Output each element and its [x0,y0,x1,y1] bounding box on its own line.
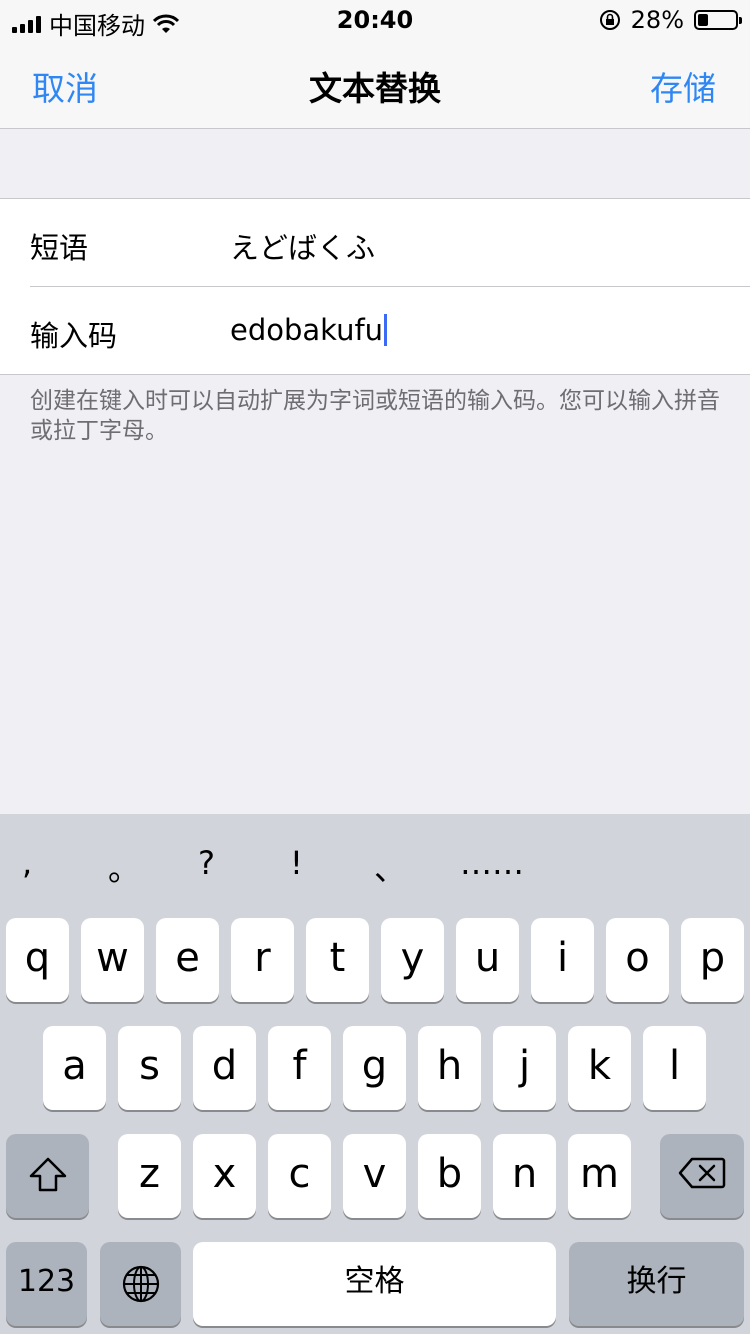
key-d[interactable]: d [193,1026,256,1110]
key-i[interactable]: i [531,918,594,1002]
punct-key-comma[interactable]: , [22,844,32,882]
key-z[interactable]: z [118,1134,181,1218]
key-e[interactable]: e [156,918,219,1002]
key-y[interactable]: y [381,918,444,1002]
battery-percent: 28% [630,6,684,34]
key-q[interactable]: q [6,918,69,1002]
key-v[interactable]: v [343,1134,406,1218]
numbers-key[interactable]: 123 [6,1242,87,1326]
shortcut-label: 输入码 [30,319,118,353]
space-key[interactable]: 空格 [193,1242,556,1326]
keyboard: , 。 ? ! 、 …… q w e r t y u i o p a s d f… [0,814,750,1334]
key-n[interactable]: n [493,1134,556,1218]
return-key[interactable]: 换行 [569,1242,744,1326]
key-b[interactable]: b [418,1134,481,1218]
punct-key-period[interactable]: 。 [108,844,140,890]
battery-icon [694,10,742,30]
punct-key-exclaim[interactable]: ! [290,844,303,882]
key-o[interactable]: o [606,918,669,1002]
key-l[interactable]: l [643,1026,706,1110]
rotation-lock-icon [599,10,620,30]
status-right: 28% [599,6,742,34]
globe-icon [122,1265,159,1303]
globe-key[interactable] [100,1242,181,1326]
navigation-bar: 取消 文本替换 存储 [0,40,750,129]
key-j[interactable]: j [493,1026,556,1110]
phrase-row[interactable]: 短语 えどばくふ [0,199,750,286]
key-f[interactable]: f [268,1026,331,1110]
status-bar: 中国移动 20:40 28% [0,0,750,40]
key-s[interactable]: s [118,1026,181,1110]
key-h[interactable]: h [418,1026,481,1110]
key-r[interactable]: r [231,918,294,1002]
key-k[interactable]: k [568,1026,631,1110]
key-w[interactable]: w [81,918,144,1002]
delete-key[interactable] [660,1134,744,1218]
key-t[interactable]: t [306,918,369,1002]
punct-key-ellipsis[interactable]: …… [460,844,524,882]
shift-icon [29,1157,66,1192]
save-button[interactable]: 存储 [650,62,716,110]
key-g[interactable]: g [343,1026,406,1110]
phrase-label: 短语 [30,231,89,265]
key-m[interactable]: m [568,1134,631,1218]
shortcut-input[interactable]: edobakufu [230,313,388,347]
punct-key-question[interactable]: ? [198,844,215,882]
phrase-input[interactable]: えどばくふ [230,225,375,267]
shift-key[interactable] [6,1134,89,1218]
text-cursor [384,314,388,346]
shortcut-row[interactable]: 输入码 edobakufu [30,286,750,374]
key-a[interactable]: a [43,1026,106,1110]
key-u[interactable]: u [456,918,519,1002]
key-p[interactable]: p [681,918,744,1002]
delete-icon [678,1157,726,1189]
page-title: 文本替换 [309,69,441,108]
help-text: 创建在键入时可以自动扩展为字词或短语的输入码。您可以输入拼音或拉丁字母。 [30,388,720,444]
key-c[interactable]: c [268,1134,331,1218]
key-x[interactable]: x [193,1134,256,1218]
shortcut-input-text: edobakufu [230,313,384,347]
text-replacement-form: 短语 えどばくふ 输入码 edobakufu [0,198,750,375]
punct-key-enum-comma[interactable]: 、 [374,844,406,890]
